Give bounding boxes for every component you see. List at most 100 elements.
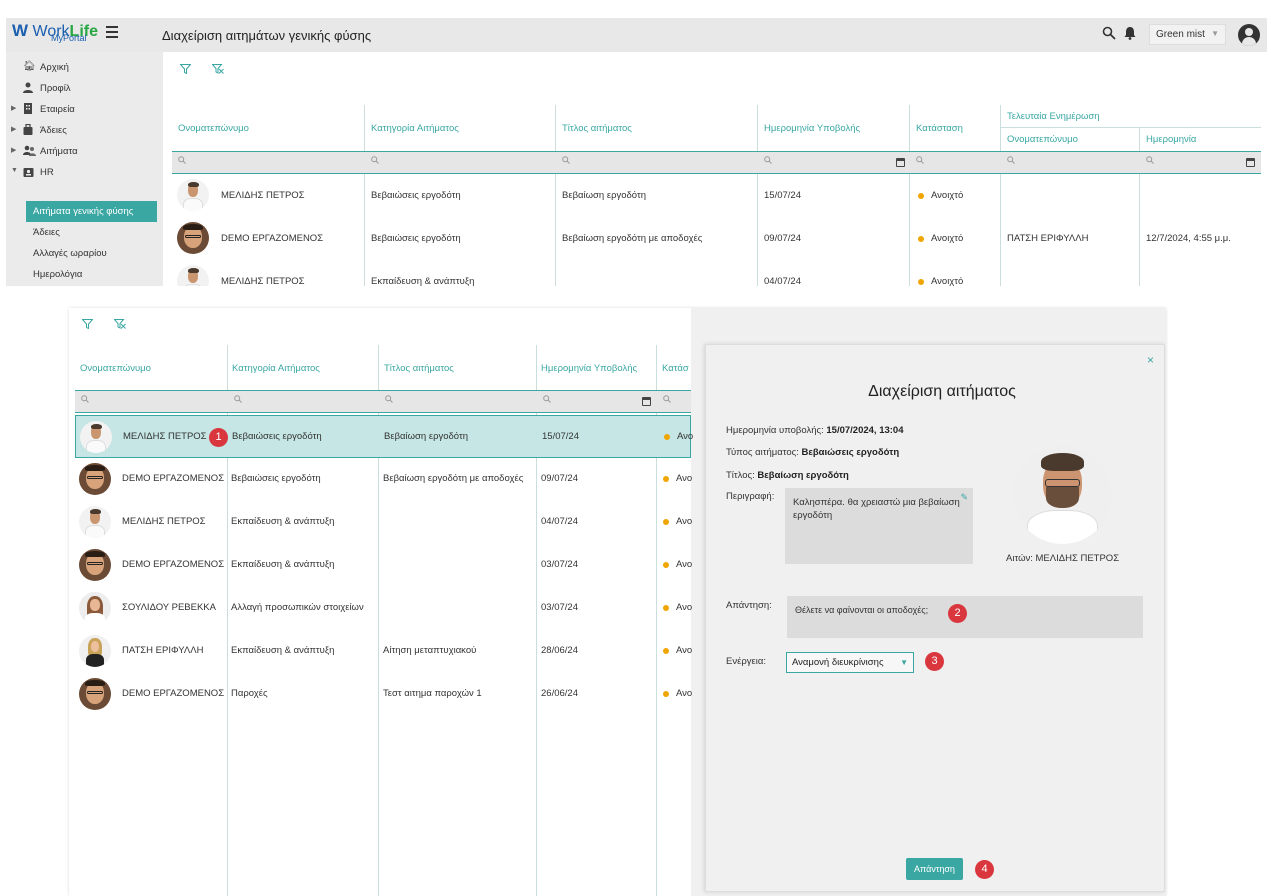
action-select-value: Αναμονή διευκρίνισης xyxy=(792,657,884,668)
clear-filter-icon[interactable] xyxy=(113,319,126,332)
avatar xyxy=(79,549,111,581)
status-badge: Ανο xyxy=(676,473,693,484)
building-icon xyxy=(23,103,35,114)
search-icon xyxy=(385,395,393,403)
cell-title: Αίτηση μεταπτυχιακού xyxy=(383,645,477,656)
column-header-title[interactable]: Τίτλος αιτήματος xyxy=(562,123,632,134)
column-header-submit-date[interactable]: Ημερομηνία Υποβολής xyxy=(541,363,637,374)
search-input[interactable] xyxy=(379,391,399,412)
cell-name: DEMO ΕΡΓΑΖΟΜΕΝΟΣ xyxy=(122,688,225,699)
cell-name: ΠΑΤΣΗ ΕΡΙΦΥΛΛΗ xyxy=(122,645,204,656)
close-icon[interactable]: × xyxy=(1147,353,1154,367)
hamburger-menu-icon[interactable] xyxy=(106,26,118,38)
search-input[interactable] xyxy=(537,391,557,412)
table-row[interactable]: ΜΕΛΙΔΗΣ ΠΕΤΡΟΣ Βεβαιώσεις εργοδότη Βεβαί… xyxy=(172,174,1261,217)
search-input[interactable] xyxy=(657,391,677,412)
home-icon: 🏠︎ xyxy=(23,61,36,72)
cell-name: DEMO ΕΡΓΑΖΟΜΕΝΟΣ xyxy=(221,233,324,244)
search-input[interactable] xyxy=(1001,152,1021,173)
request-type-value: Βεβαιώσεις εργοδότη xyxy=(801,447,900,458)
column-header-submit-date[interactable]: Ημερομηνία Υποβολής xyxy=(764,123,860,134)
filter-icon[interactable] xyxy=(81,319,94,332)
annotation-marker-4: 4 xyxy=(975,860,994,879)
table-row[interactable]: DEMO ΕΡΓΑΖΟΜΕΝΟΣ Βεβαιώσεις εργοδότη Βεβ… xyxy=(75,458,693,501)
cell-name: ΜΕΛΙΔΗΣ ΠΕΤΡΟΣ xyxy=(122,516,206,527)
requester-name: Αιτών: ΜΕΛΙΔΗΣ ΠΕΤΡΟΣ xyxy=(1006,553,1120,564)
app-header: W WorkLife MyPortal Διαχείριση αιτημάτων… xyxy=(6,18,1267,52)
table-row[interactable]: DEMO ΕΡΓΑΖΟΜΕΝΟΣ Εκπαίδευση & ανάπτυξη 0… xyxy=(75,544,692,587)
calendar-icon[interactable] xyxy=(896,158,905,167)
sidebar-item-requests[interactable]: ▶ Αιτήματα xyxy=(6,141,163,162)
column-header-name[interactable]: Ονοματεπώνυμο xyxy=(178,123,249,134)
filter-icon[interactable] xyxy=(179,64,192,77)
calendar-icon[interactable] xyxy=(1246,158,1255,167)
clear-filter-icon[interactable] xyxy=(211,64,224,77)
request-management-panel: × Διαχείριση αιτήματος Ημερομηνία υποβολ… xyxy=(705,344,1165,892)
table-row[interactable]: ΣΟΥΛΙΔΟΥ ΡΕΒΕΚΚΑ Αλλαγή προσωπικών στοιχ… xyxy=(75,587,693,630)
column-header-name[interactable]: Ονοματεπώνυμο xyxy=(80,363,151,374)
search-input[interactable] xyxy=(556,152,576,173)
sidebar-subitem-calendars[interactable]: Ημερολόγια xyxy=(26,264,157,285)
action-select[interactable]: Αναμονή διευκρίνισης ▼ xyxy=(786,652,914,673)
bell-icon[interactable] xyxy=(1124,26,1136,43)
search-icon[interactable] xyxy=(1102,26,1116,43)
table-row[interactable]: DEMO ΕΡΓΑΖΟΜΕΝΟΣ Βεβαιώσεις εργοδότη Βεβ… xyxy=(172,217,1261,260)
sidebar-subitem-general-requests[interactable]: Αιτήματα γενικής φύσης xyxy=(26,201,157,222)
search-input[interactable] xyxy=(910,152,930,173)
search-input[interactable] xyxy=(365,152,385,173)
search-input[interactable] xyxy=(75,391,95,412)
status-badge: Ανο xyxy=(677,431,694,442)
sidebar-item-hr[interactable]: ▼ HR xyxy=(6,162,163,183)
column-header-status[interactable]: Κατάσ xyxy=(662,363,689,374)
cell-category: Εκπαίδευση & ανάπτυξη xyxy=(231,645,335,656)
sidebar-subitem-leaves[interactable]: Άδειες xyxy=(26,222,157,243)
table-row[interactable]: ΠΑΤΣΗ ΕΡΙΦΥΛΛΗ Εκπαίδευση & ανάπτυξη Αίτ… xyxy=(75,630,693,673)
cell-category: Βεβαιώσεις εργοδότη xyxy=(371,233,461,244)
search-icon xyxy=(663,395,671,403)
reply-button[interactable]: Απάντηση xyxy=(906,858,963,880)
top-screenshot: W WorkLife MyPortal Διαχείριση αιτημάτων… xyxy=(6,18,1267,286)
sidebar-item-leaves[interactable]: ▶ Άδειες xyxy=(6,120,163,141)
cell-title: Βεβαίωση εργοδότη με αποδοχές xyxy=(383,473,524,484)
column-header-title[interactable]: Τίτλος αιτήματος xyxy=(384,363,454,374)
sidebar-subitem-schedule-changes[interactable]: Αλλαγές ωραρίου xyxy=(26,243,157,264)
column-header-last-update-date[interactable]: Ημερομηνία xyxy=(1146,134,1196,145)
user-account-icon[interactable] xyxy=(1238,24,1260,46)
search-input[interactable] xyxy=(1140,152,1160,173)
column-header-status[interactable]: Κατάσταση xyxy=(916,123,963,134)
cell-date: 26/06/24 xyxy=(541,688,578,699)
table-row[interactable]: DEMO ΕΡΓΑΖΟΜΕΝΟΣ Παροχές Τεστ αιτημα παρ… xyxy=(75,673,692,716)
annotation-marker-1: 1 xyxy=(209,428,228,447)
request-title-row: Τίτλος: Βεβαίωση εργοδότη xyxy=(726,470,849,481)
column-header-category[interactable]: Κατηγορία Αιτήματος xyxy=(371,123,459,134)
avatar xyxy=(79,678,111,710)
cell-last-update-name: ΠΑΤΣΗ ΕΡΙΦΥΛΛΗ xyxy=(1007,233,1089,244)
search-input[interactable] xyxy=(172,152,192,173)
cell-title: Βεβαίωση εργοδότη με αποδοχές xyxy=(562,233,703,244)
sidebar-item-label: Αλλαγές ωραρίου xyxy=(33,248,107,259)
status-badge: Ανο xyxy=(676,602,693,613)
search-icon xyxy=(916,156,924,164)
submit-date-label: Ημερομηνία υποβολής: xyxy=(726,425,824,436)
search-icon xyxy=(543,395,551,403)
status-badge: Ανο xyxy=(676,645,693,656)
calendar-icon[interactable] xyxy=(642,397,651,406)
cell-date: 04/07/24 xyxy=(764,276,801,286)
avatar xyxy=(177,179,209,211)
status-dot xyxy=(664,434,670,440)
chevron-right-icon: ▶ xyxy=(11,147,17,154)
table-row[interactable]: ΜΕΛΙΔΗΣ ΠΕΤΡΟΣ Εκπαίδευση & ανάπτυξη 04/… xyxy=(75,501,692,544)
column-header-category[interactable]: Κατηγορία Αιτήματος xyxy=(232,363,320,374)
cell-category: Εκπαίδευση & ανάπτυξη xyxy=(231,559,335,570)
theme-select[interactable]: Green mist ▼ xyxy=(1149,24,1226,45)
search-input[interactable] xyxy=(758,152,778,173)
status-dot xyxy=(663,691,669,697)
panel-title: Διαχείριση αιτήματος xyxy=(868,383,1016,400)
table-row[interactable]: ΜΕΛΙΔΗΣ ΠΕΤΡΟΣ Εκπαίδευση & ανάπτυξη 04/… xyxy=(172,260,1261,286)
sidebar-item-profile[interactable]: Προφίλ xyxy=(6,78,163,99)
table-row-selected[interactable]: ΜΕΛΙΔΗΣ ΠΕΤΡΟΣ 1 Βεβαιώσεις εργοδότη Βεβ… xyxy=(75,415,694,458)
sidebar-item-home[interactable]: 🏠︎ Αρχική xyxy=(6,57,163,78)
column-header-last-update-name[interactable]: Ονοματεπώνυμο xyxy=(1007,134,1078,145)
sidebar-item-company[interactable]: ▶ Εταιρεία xyxy=(6,99,163,120)
search-input[interactable] xyxy=(228,391,248,412)
